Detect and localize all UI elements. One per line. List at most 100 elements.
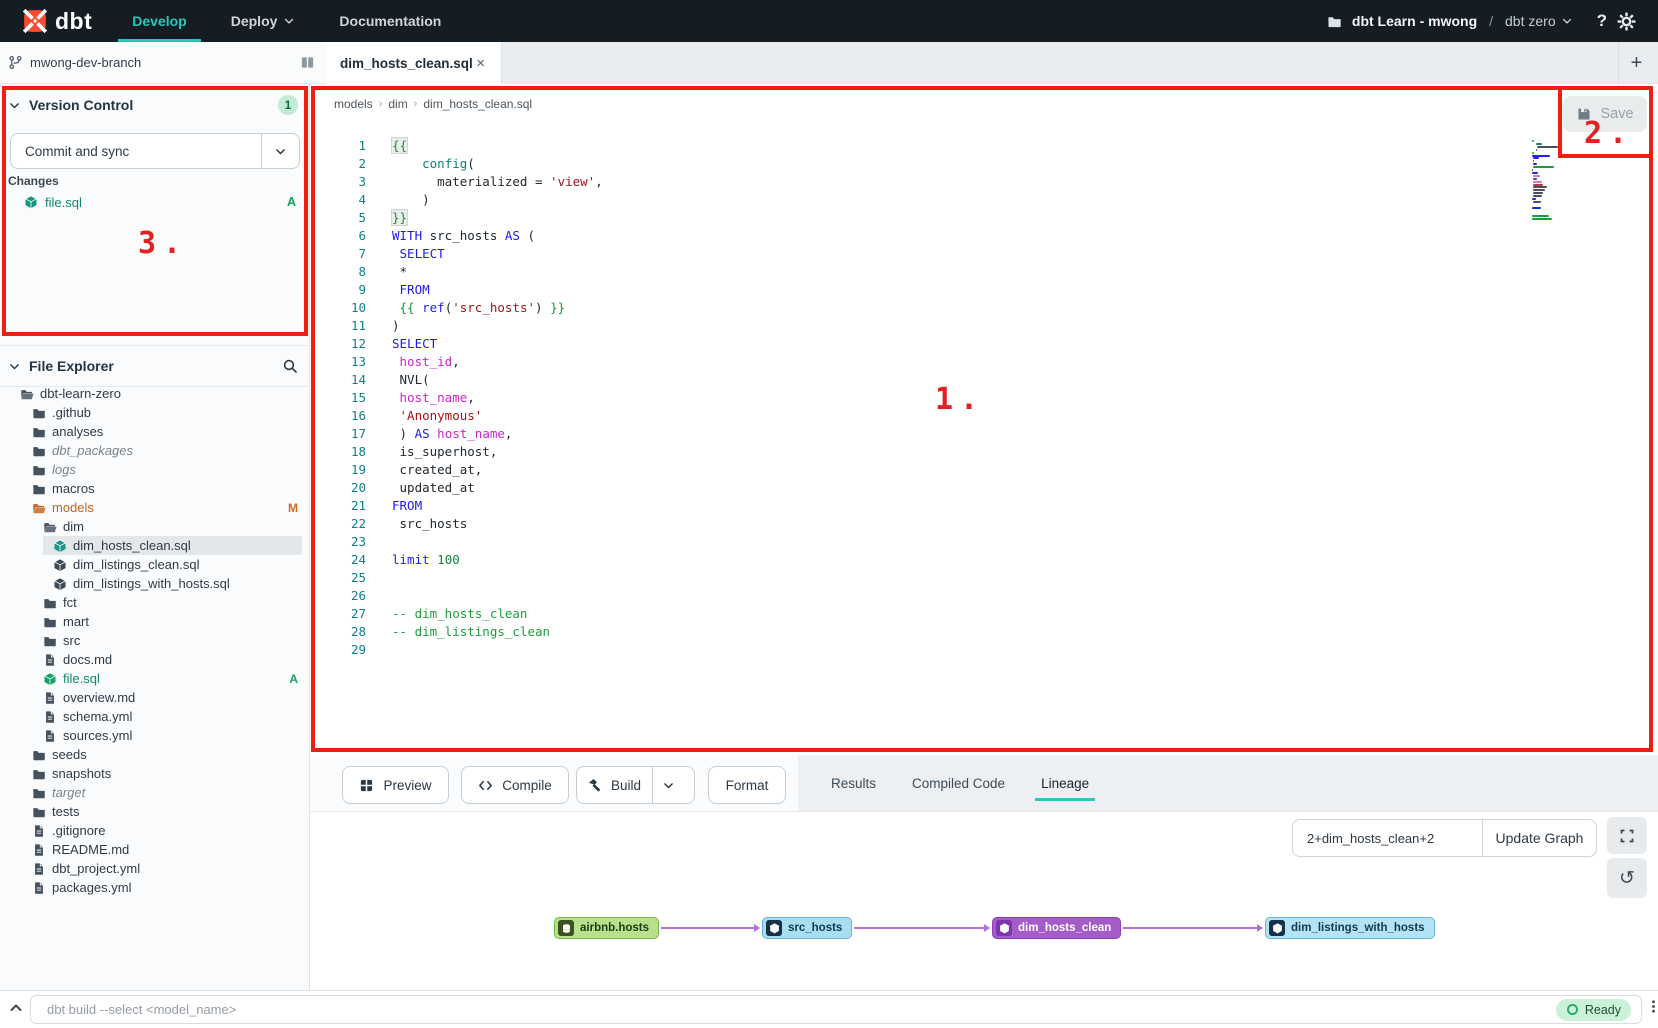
editor-tab[interactable]: dim_hosts_clean.sql × <box>326 42 502 84</box>
tree-folder-models[interactable]: modelsM <box>0 498 310 517</box>
chevron-up-icon[interactable] <box>8 1000 24 1016</box>
save-button[interactable]: Save <box>1563 96 1647 132</box>
tree-folder-fct[interactable]: fct <box>0 593 310 612</box>
save-button-label: Save <box>1600 106 1633 122</box>
tree-folder-seeds[interactable]: seeds <box>0 745 310 764</box>
build-options-dropdown[interactable] <box>652 767 684 803</box>
main-menu: DevelopDeployDocumentation <box>110 0 463 42</box>
save-floppy-icon <box>1576 106 1592 122</box>
menu-item-documentation[interactable]: Documentation <box>317 0 463 42</box>
tree-folder-target[interactable]: target <box>0 783 310 802</box>
tree-folder-analyses[interactable]: analyses <box>0 422 310 441</box>
changed-file-row[interactable]: file.sql A <box>0 192 310 212</box>
close-tab-icon[interactable]: × <box>474 55 487 72</box>
commit-and-sync-button[interactable]: Commit and sync <box>10 133 300 169</box>
dbt-logo[interactable]: dbt <box>0 8 110 35</box>
tab-compiled-code[interactable]: Compiled Code <box>910 757 1007 810</box>
folder-icon <box>32 463 46 477</box>
compile-button[interactable]: Compile <box>461 766 569 804</box>
new-tab-button[interactable]: + <box>1618 42 1654 84</box>
tree-file-sources.yml[interactable]: sources.yml <box>0 726 310 745</box>
chevron-down-icon <box>8 360 21 373</box>
git-status-badge: A <box>289 672 298 686</box>
tree-file-overview.md[interactable]: overview.md <box>0 688 310 707</box>
tree-file-.gitignore[interactable]: .gitignore <box>0 821 310 840</box>
folder-icon <box>1327 14 1342 29</box>
line-number: 25 <box>310 570 366 585</box>
node-label: dim_listings_with_hosts <box>1291 922 1425 934</box>
tree-file-README.md[interactable]: README.md <box>0 840 310 859</box>
lineage-edge <box>661 927 759 929</box>
tree-folder-dbt_packages[interactable]: dbt_packages <box>0 441 310 460</box>
breadcrumb-item[interactable]: dim <box>388 97 407 111</box>
search-icon[interactable] <box>282 358 298 374</box>
file-icon <box>32 862 46 876</box>
tree-item-label: analyses <box>52 424 103 439</box>
model-cube-icon <box>43 672 57 686</box>
tab-lineage[interactable]: Lineage <box>1039 757 1091 810</box>
tree-folder-dbt-learn-zero[interactable]: dbt-learn-zero <box>0 384 310 403</box>
folder-open-icon <box>43 520 57 534</box>
editor-tab-label: dim_hosts_clean.sql <box>340 56 473 71</box>
build-button[interactable]: Build <box>576 766 695 804</box>
status-circle-icon <box>1566 1003 1579 1016</box>
tree-file-schema.yml[interactable]: schema.yml <box>0 707 310 726</box>
menu-item-deploy[interactable]: Deploy <box>209 0 318 42</box>
line-number: 11 <box>310 318 366 333</box>
lineage-edge <box>854 927 989 929</box>
tree-folder-mart[interactable]: mart <box>0 612 310 631</box>
result-tabs: Results Compiled Code Lineage <box>829 755 1091 811</box>
line-number: 12 <box>310 336 366 351</box>
breadcrumb: models›dim›dim_hosts_clean.sql <box>334 97 532 111</box>
line-number: 1 <box>310 138 366 153</box>
tree-file-dbt_project.yml[interactable]: dbt_project.yml <box>0 859 310 878</box>
format-button[interactable]: Format <box>708 766 786 804</box>
tree-folder-macros[interactable]: macros <box>0 479 310 498</box>
line-number: 24 <box>310 552 366 567</box>
tree-file-dim_hosts_clean.sql[interactable]: dim_hosts_clean.sql <box>43 536 302 555</box>
lineage-node-src_hosts[interactable]: src_hosts <box>762 917 852 939</box>
tree-item-label: dbt-learn-zero <box>40 386 121 401</box>
commit-options-dropdown[interactable] <box>261 134 299 168</box>
preview-button[interactable]: Preview <box>342 766 449 804</box>
tree-file-dim_listings_with_hosts.sql[interactable]: dim_listings_with_hosts.sql <box>0 574 310 593</box>
tree-file-packages.yml[interactable]: packages.yml <box>0 878 310 897</box>
tree-file-file.sql[interactable]: file.sqlA <box>0 669 310 688</box>
tree-folder-snapshots[interactable]: snapshots <box>0 764 310 783</box>
breadcrumb-item[interactable]: models <box>334 97 373 111</box>
node-label: src_hosts <box>788 922 842 934</box>
command-input[interactable]: dbt build --select <model_name> Ready <box>30 995 1642 1024</box>
file-explorer-header[interactable]: File Explorer <box>0 345 310 387</box>
line-number: 20 <box>310 480 366 495</box>
gear-icon[interactable] <box>1617 12 1636 31</box>
tree-folder-logs[interactable]: logs <box>0 460 310 479</box>
button-label: Compile <box>502 778 552 793</box>
tree-file-docs.md[interactable]: docs.md <box>0 650 310 669</box>
tree-file-dim_listings_clean.sql[interactable]: dim_listings_clean.sql <box>0 555 310 574</box>
code-area[interactable]: 1{{2 config(3 materialized = 'view',4 )5… <box>310 138 1530 660</box>
tree-folder-.github[interactable]: .github <box>0 403 310 422</box>
breadcrumb-item[interactable]: dim_hosts_clean.sql <box>423 97 532 111</box>
git-branch-icon <box>8 55 23 70</box>
line-number: 4 <box>310 192 366 207</box>
docs-book-icon[interactable] <box>300 55 315 70</box>
menu-item-develop[interactable]: Develop <box>110 0 208 42</box>
lineage-node-dim_listings_with_hosts[interactable]: dim_listings_with_hosts <box>1265 917 1435 939</box>
lineage-node-airbnb.hosts[interactable]: airbnb.hosts <box>554 917 659 939</box>
tab-results[interactable]: Results <box>829 757 878 810</box>
kebab-menu-icon[interactable] <box>1646 999 1658 1014</box>
code-editor[interactable]: models›dim›dim_hosts_clean.sql Save 1{{2… <box>310 84 1658 755</box>
version-control-header[interactable]: Version Control 1 <box>0 84 310 126</box>
folder-icon <box>32 425 46 439</box>
lineage-graph[interactable]: airbnb.hosts src_hosts dim_hosts_clean dim_… <box>310 812 1658 990</box>
file-tree: dbt-learn-zero .github analyses dbt_package… <box>0 384 310 897</box>
tree-folder-dim[interactable]: dim <box>0 517 310 536</box>
tree-folder-src[interactable]: src <box>0 631 310 650</box>
tree-folder-tests[interactable]: tests <box>0 802 310 821</box>
tree-item-label: dbt_project.yml <box>52 861 140 876</box>
project-name[interactable]: dbt Learn - mwong <box>1352 13 1477 29</box>
lineage-node-dim_hosts_clean[interactable]: dim_hosts_clean <box>992 917 1121 939</box>
branch-name[interactable]: mwong-dev-branch <box>30 55 141 70</box>
environment-select[interactable]: dbt zero <box>1505 13 1573 29</box>
help-button[interactable]: ? <box>1597 11 1607 31</box>
